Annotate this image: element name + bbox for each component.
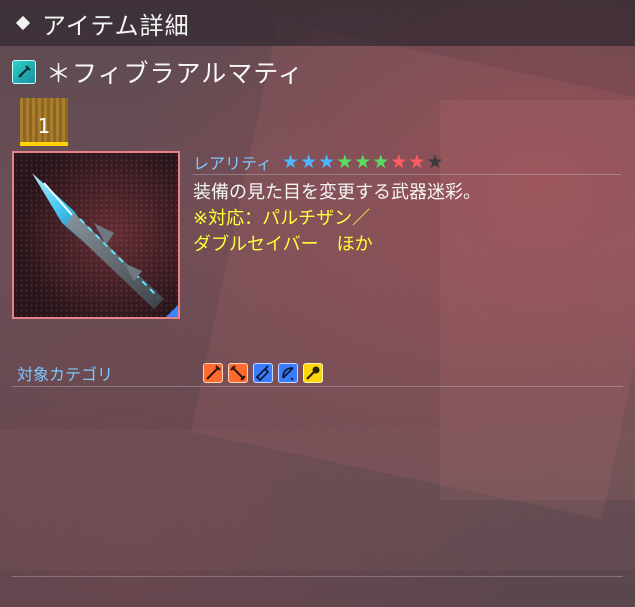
wand-icon — [303, 363, 323, 383]
weapon-camo-icon — [12, 60, 36, 84]
star-empty-icon: ★ — [426, 150, 444, 173]
weapon-blade-image — [32, 173, 164, 309]
launcher-icon — [253, 363, 273, 383]
category-label: 対象カテゴリ — [17, 365, 114, 384]
rarity-label: レアリティ — [193, 154, 273, 173]
double-saber-icon — [228, 363, 248, 383]
rarity-stars: ★ ★ ★ ★ ★ ★ ★ ★ ★ — [282, 150, 444, 173]
rarity-row: レアリティ ★ ★ ★ ★ ★ ★ ★ ★ ★ — [193, 150, 621, 175]
diamond-icon — [15, 15, 31, 31]
item-description: 装備の見た目を変更する武器迷彩。 ※対応：パルチザン／ ダブルセイバー ほか — [193, 180, 623, 258]
star-filled-icon: ★ — [282, 150, 300, 173]
thumbnail-corner-marker — [166, 305, 178, 317]
category-icons — [203, 363, 328, 383]
compatibility-note: ※対応：パルチザン／ — [193, 208, 371, 229]
background-shape — [0, 430, 635, 570]
category-row: 対象カテゴリ — [12, 360, 623, 387]
star-filled-icon: ★ — [300, 150, 318, 173]
star-filled-icon: ★ — [372, 150, 390, 173]
star-filled-icon: ★ — [336, 150, 354, 173]
page-title: アイテム詳細 — [42, 11, 190, 40]
panel-header: アイテム詳細 — [0, 0, 635, 46]
description-line: 装備の見た目を変更する武器迷彩。 — [193, 182, 481, 203]
bow-icon — [278, 363, 298, 383]
item-name: ＊フィブラアルマティ — [46, 59, 304, 88]
compatibility-note: ダブルセイバー ほか — [193, 234, 373, 255]
background-shape — [190, 20, 635, 520]
item-name-row: ＊フィブラアルマティ — [12, 56, 304, 88]
item-count-badge: 1 — [20, 98, 68, 146]
star-filled-icon: ★ — [408, 150, 426, 173]
star-filled-icon: ★ — [318, 150, 336, 173]
divider — [12, 576, 623, 577]
partisan-icon — [203, 363, 223, 383]
item-thumbnail[interactable] — [12, 151, 180, 319]
star-filled-icon: ★ — [354, 150, 372, 173]
item-count: 1 — [37, 114, 51, 138]
star-filled-icon: ★ — [390, 150, 408, 173]
